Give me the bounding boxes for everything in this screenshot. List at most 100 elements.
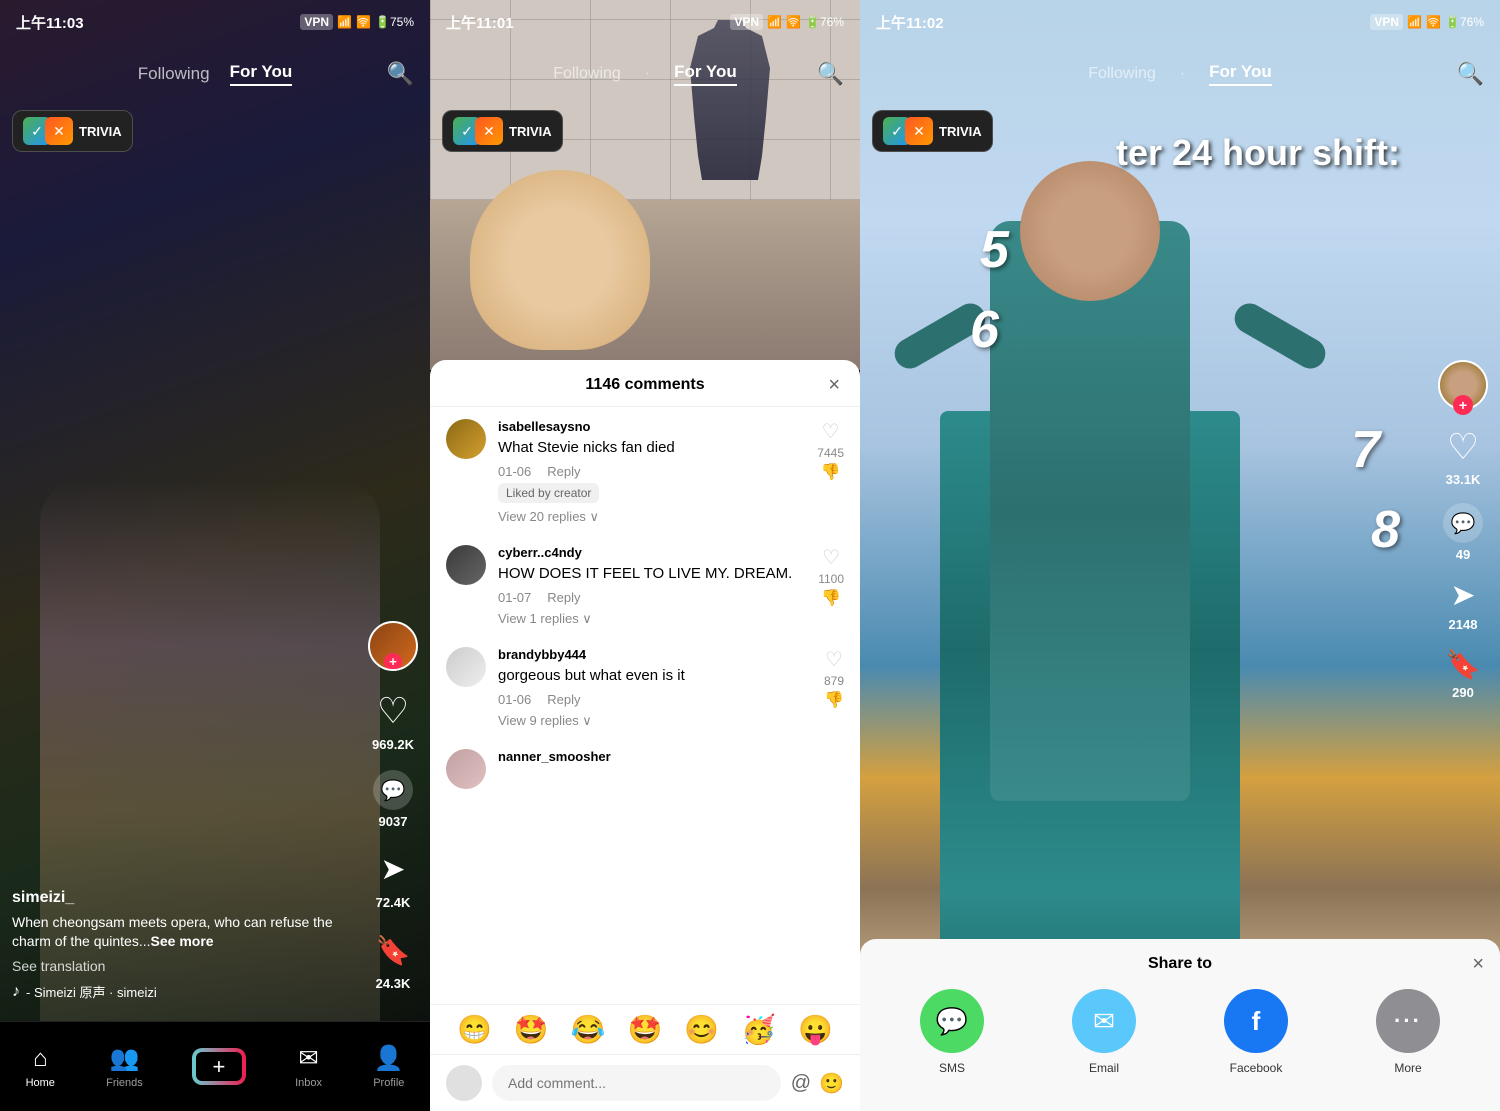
creator-avatar-1[interactable]: [368, 621, 418, 671]
comment-text-1: What Stevie nicks fan died: [498, 437, 805, 458]
profile-label: Profile: [373, 1077, 404, 1089]
bookmark-icon-1[interactable]: 🔖: [371, 928, 415, 972]
comment-icon-3[interactable]: 💬: [1443, 503, 1483, 543]
comment-date-2: 01-07: [498, 590, 531, 605]
comment-like-button-2[interactable]: ♡: [822, 545, 840, 570]
emoji-smile[interactable]: 😊: [684, 1013, 719, 1046]
emoji-grin[interactable]: 😁: [457, 1013, 492, 1046]
view-replies-2[interactable]: View 1 replies ∨: [498, 611, 806, 627]
screen2: 上午11:01 VPN 📶 🛜 🔋76% Following · For You…: [430, 0, 860, 1111]
nav-profile[interactable]: 👤 Profile: [373, 1044, 404, 1089]
share-icon-1[interactable]: ➤: [371, 847, 415, 891]
like-action-1[interactable]: ♡ 969.2K: [371, 689, 415, 752]
share-icon-3[interactable]: ➤: [1450, 578, 1475, 613]
trivia-label-1: TRIVIA: [79, 124, 122, 139]
comment-like-button-3[interactable]: ♡: [825, 647, 843, 672]
save-count-1: 24.3K: [376, 976, 411, 991]
more-dots-icon: ···: [1394, 1008, 1422, 1034]
input-avatar: [446, 1065, 482, 1101]
share-facebook[interactable]: f Facebook: [1224, 989, 1288, 1075]
liked-by-creator-badge-1: Liked by creator: [498, 483, 599, 503]
comment-action-1[interactable]: 💬 9037: [373, 770, 413, 829]
emoji-tongue[interactable]: 😛: [798, 1013, 833, 1046]
share-email[interactable]: ✉ Email: [1072, 989, 1136, 1075]
share-action-3[interactable]: ➤ 2148: [1449, 578, 1478, 632]
add-icon: +: [196, 1052, 242, 1081]
trivia-badge-3[interactable]: ✓ ✕ TRIVIA: [872, 110, 993, 152]
number-5: 5: [980, 220, 1009, 280]
reply-button-2[interactable]: Reply: [547, 590, 580, 605]
nav-separator-3: ·: [1180, 65, 1185, 83]
trivia-label-2: TRIVIA: [509, 124, 552, 139]
close-comments-button[interactable]: ×: [828, 374, 840, 397]
comment-dislike-button-1[interactable]: 👎: [821, 462, 841, 482]
save-action-1[interactable]: 🔖 24.3K: [371, 928, 415, 991]
x-icon-2: ✕: [475, 117, 503, 145]
search-icon-1[interactable]: 🔍: [387, 61, 414, 87]
signal-icon-1: 📶: [337, 15, 352, 29]
comment-icon-1[interactable]: 💬: [373, 770, 413, 810]
emoji-party[interactable]: 🥳: [741, 1013, 776, 1046]
reply-button-3[interactable]: Reply: [547, 692, 580, 707]
comment-dislike-button-3[interactable]: 👎: [824, 690, 844, 710]
following-tab-1[interactable]: Following: [138, 64, 210, 84]
input-icons: @ 🙂: [791, 1071, 844, 1096]
bookmark-icon-3[interactable]: 🔖: [1446, 648, 1481, 681]
share-action-1[interactable]: ➤ 72.4K: [371, 847, 415, 910]
emoji-wow[interactable]: 🤩: [628, 1013, 663, 1046]
trivia-badge-2[interactable]: ✓ ✕ TRIVIA: [442, 110, 563, 152]
comment-username-4: nanner_smoosher: [498, 749, 844, 764]
like-action-3[interactable]: ♡ 33.1K: [1446, 426, 1481, 487]
nav-add[interactable]: +: [194, 1050, 244, 1083]
view-replies-1[interactable]: View 20 replies ∨: [498, 509, 805, 525]
foryou-tab-1[interactable]: For You: [230, 62, 293, 86]
foryou-tab-3[interactable]: For You: [1209, 62, 1272, 86]
trivia-label-3: TRIVIA: [939, 124, 982, 139]
emoji-starstruck[interactable]: 🤩: [514, 1013, 549, 1046]
search-icon-3[interactable]: 🔍: [1457, 61, 1484, 87]
at-icon[interactable]: @: [791, 1072, 811, 1095]
time-3: 上午11:02: [876, 12, 944, 33]
see-translation-1[interactable]: See translation: [12, 958, 370, 974]
nav-home[interactable]: ⌂ Home: [26, 1045, 55, 1089]
comment-actions-3: ♡ 879 👎: [824, 647, 844, 729]
comment-actions-1: ♡ 7445 👎: [817, 419, 844, 525]
following-tab-2[interactable]: Following: [553, 65, 621, 83]
avatar-action-1[interactable]: [368, 621, 418, 671]
home-icon: ⌂: [33, 1045, 48, 1073]
email-envelope-icon: ✉: [1093, 1006, 1115, 1037]
save-action-3[interactable]: 🔖 290: [1446, 648, 1481, 700]
comment-like-count-3: 879: [824, 674, 844, 688]
comment-like-button-1[interactable]: ♡: [822, 419, 840, 444]
right-actions-3: + ♡ 33.1K 💬 49 ➤ 2148 🔖 290: [1438, 360, 1488, 991]
following-tab-3[interactable]: Following: [1088, 65, 1156, 83]
view-replies-3[interactable]: View 9 replies ∨: [498, 713, 812, 729]
like-count-1: 969.2K: [372, 737, 414, 752]
see-more-1[interactable]: See more: [151, 933, 214, 949]
nav-friends[interactable]: 👥 Friends: [106, 1044, 143, 1089]
comment-input[interactable]: [492, 1065, 781, 1101]
status-bar-1: 上午11:03 VPN 📶 🛜 🔋75%: [0, 0, 430, 44]
comment-item: brandybby444 gorgeous but what even is i…: [446, 647, 844, 729]
comments-list: isabellesaysno What Stevie nicks fan die…: [430, 407, 860, 1004]
share-more[interactable]: ··· More: [1376, 989, 1440, 1075]
sms-bubble-icon: 💬: [936, 1006, 968, 1037]
emoji-picker-icon[interactable]: 🙂: [819, 1071, 844, 1096]
nav-inbox[interactable]: ✉ Inbox: [295, 1044, 322, 1089]
comment-dislike-button-2[interactable]: 👎: [821, 588, 841, 608]
vpn-tag-1: VPN: [300, 14, 333, 30]
heart-icon-1[interactable]: ♡: [371, 689, 415, 733]
creator-avatar-action-3[interactable]: +: [1438, 360, 1488, 410]
share-sms[interactable]: 💬 SMS: [920, 989, 984, 1075]
emoji-laugh[interactable]: 😂: [571, 1013, 606, 1046]
search-icon-2[interactable]: 🔍: [817, 61, 844, 87]
add-button[interactable]: +: [194, 1050, 244, 1083]
foryou-tab-2[interactable]: For You: [674, 62, 737, 86]
comment-action-3[interactable]: 💬 49: [1443, 503, 1483, 562]
creator-username-1[interactable]: simeizi_: [12, 889, 370, 907]
close-share-button[interactable]: ×: [1472, 953, 1484, 976]
reply-button-1[interactable]: Reply: [547, 464, 580, 479]
heart-icon-3[interactable]: ♡: [1447, 426, 1479, 468]
trivia-badge-1[interactable]: ✓ ✕ TRIVIA: [12, 110, 133, 152]
comment-item: nanner_smoosher: [446, 749, 844, 789]
